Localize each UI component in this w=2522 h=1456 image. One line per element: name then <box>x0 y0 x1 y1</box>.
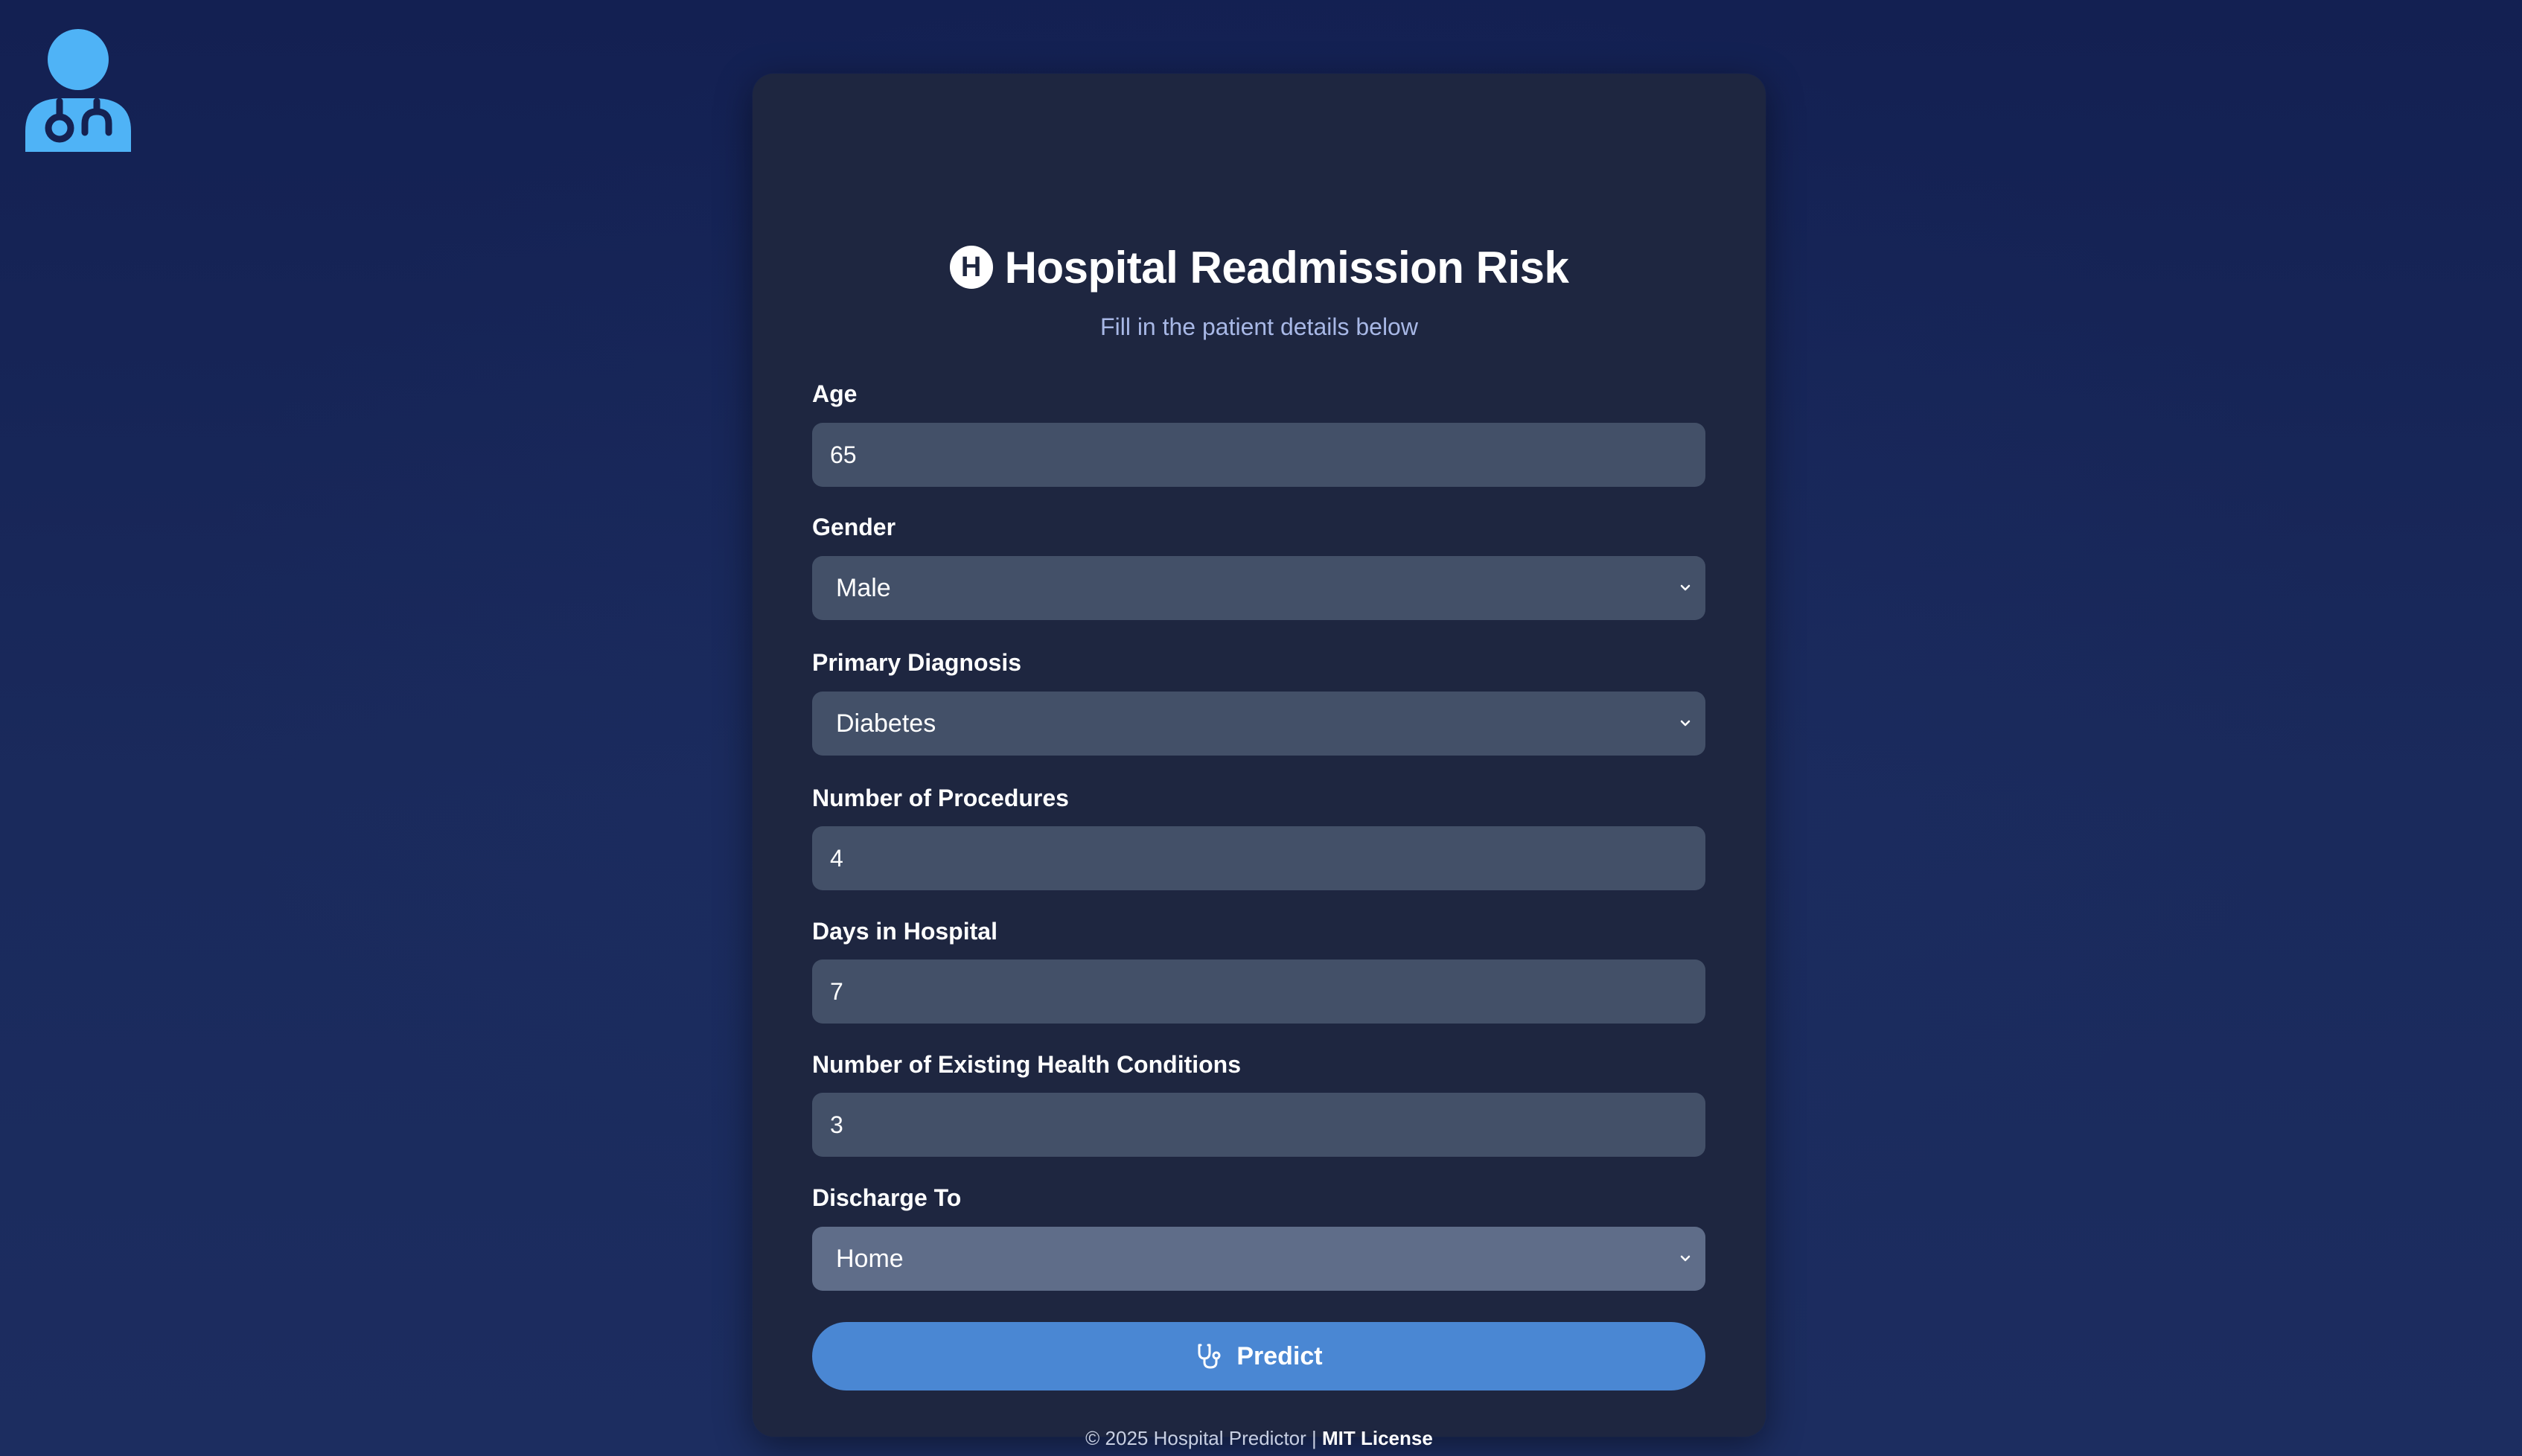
diagnosis-selected-value: Diabetes <box>836 709 936 738</box>
page-title: H Hospital Readmission Risk <box>753 236 1766 298</box>
days-label: Days in Hospital <box>812 918 997 945</box>
procedures-label: Number of Procedures <box>812 785 1069 811</box>
procedures-field-container <box>812 826 1705 890</box>
page-title-text: Hospital Readmission Risk <box>1004 242 1569 293</box>
page-subtitle: Fill in the patient details below <box>1100 313 1418 340</box>
hospital-icon: H <box>949 246 993 289</box>
chevron-down-icon <box>1680 720 1691 727</box>
discharge-label: Discharge To <box>812 1184 962 1211</box>
chevron-down-icon <box>1680 584 1691 591</box>
procedures-input[interactable] <box>812 844 1705 872</box>
predict-button[interactable]: Predict <box>812 1322 1705 1390</box>
days-input[interactable] <box>812 977 1705 1006</box>
footer: © 2025 Hospital Predictor | MIT License <box>753 1427 1766 1450</box>
prediction-card: H Hospital Readmission Risk Fill in the … <box>753 74 1766 1449</box>
conditions-label: Number of Existing Health Conditions <box>812 1051 1242 1078</box>
age-field-container <box>812 423 1705 487</box>
chevron-down-icon <box>1680 1255 1691 1262</box>
footer-copyright: © 2025 Hospital Predictor | <box>1085 1427 1322 1449</box>
license-link[interactable]: MIT License <box>1322 1427 1433 1449</box>
days-field-container <box>812 960 1705 1024</box>
gender-label: Gender <box>812 514 896 540</box>
gender-select[interactable]: Male <box>812 556 1705 620</box>
conditions-field-container <box>812 1093 1705 1157</box>
age-label: Age <box>812 380 858 407</box>
discharge-selected-value: Home <box>836 1244 904 1273</box>
conditions-input[interactable] <box>812 1111 1705 1139</box>
predict-button-label: Predict <box>1236 1341 1323 1370</box>
age-input[interactable] <box>812 441 1705 469</box>
stethoscope-icon <box>1198 1344 1221 1369</box>
discharge-select[interactable]: Home <box>812 1227 1705 1291</box>
gender-selected-value: Male <box>836 573 891 602</box>
diagnosis-select[interactable]: Diabetes <box>812 692 1705 756</box>
doctor-logo-icon <box>25 28 131 152</box>
diagnosis-label: Primary Diagnosis <box>812 649 1021 676</box>
